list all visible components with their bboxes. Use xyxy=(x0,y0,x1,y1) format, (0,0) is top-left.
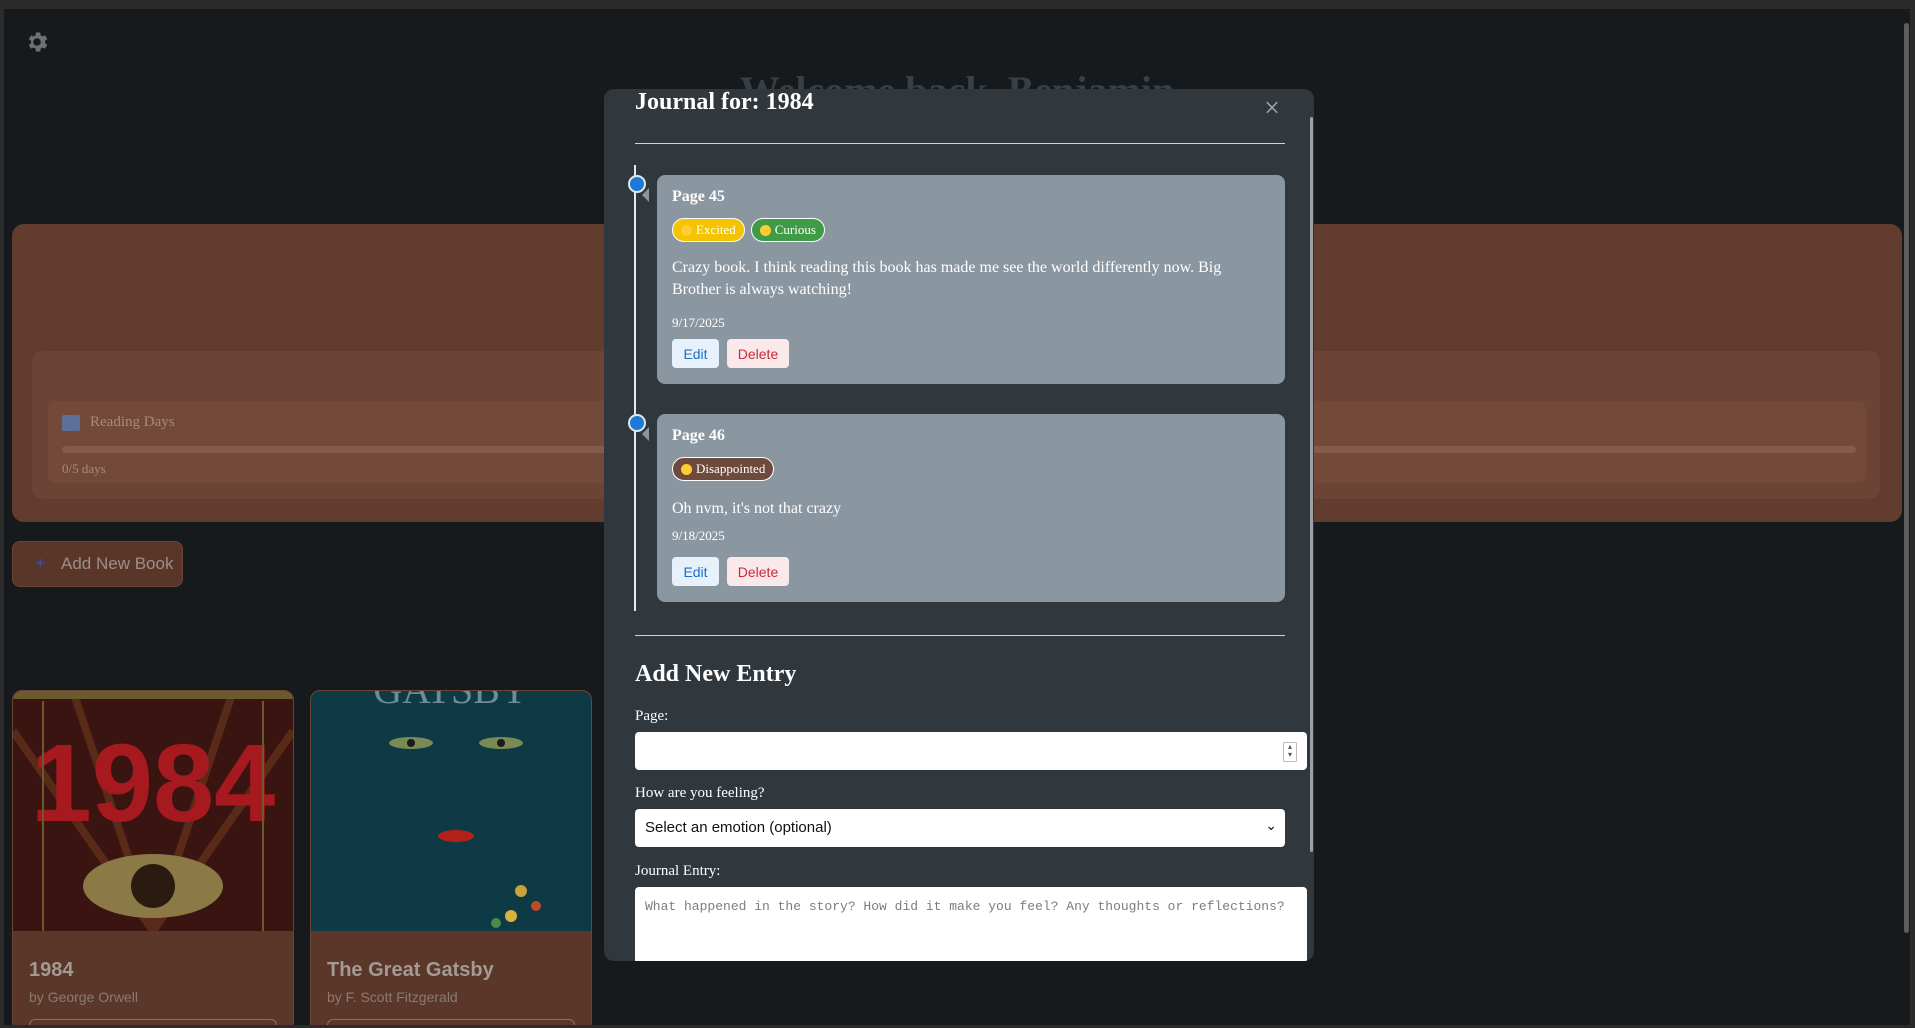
excited-emoji-icon xyxy=(681,224,692,236)
emotion-tags: Disappointed xyxy=(672,457,775,481)
entry-text: Oh nvm, it's not that crazy xyxy=(672,500,842,517)
page-label: Page: xyxy=(635,708,669,724)
timeline-line xyxy=(634,165,636,611)
tag-label: Excited xyxy=(696,222,736,237)
journal-entry-label: Journal Entry: xyxy=(635,863,721,879)
goal-count: 0/5 days xyxy=(62,461,106,476)
journal-entry: Page 45 Excited Curious Crazy book. I th… xyxy=(657,175,1285,384)
delete-button[interactable]: Delete xyxy=(727,339,789,368)
add-entry-title: Add New Entry xyxy=(635,661,797,687)
emotion-tag: Curious xyxy=(750,218,825,242)
emotion-tag: Excited xyxy=(672,218,745,242)
book-action-button[interactable] xyxy=(327,1019,575,1025)
book-card-great-gatsby[interactable]: GATSBY The Great Gatsby by F. Scott Fitz… xyxy=(310,690,592,1025)
divider xyxy=(635,635,1285,636)
book-card-1984[interactable]: 1984 1984 by George Orwell xyxy=(12,690,294,1025)
number-spinner-icon[interactable]: ▴ ▾ xyxy=(1283,742,1297,762)
entry-page: Page 45 xyxy=(672,188,725,205)
journal-entry-textarea[interactable]: What happened in the story? How did it m… xyxy=(635,887,1307,961)
book-title: The Great Gatsby xyxy=(327,959,494,981)
calendar-icon xyxy=(62,415,80,431)
edit-button[interactable]: Edit xyxy=(672,557,719,586)
svg-text:1984: 1984 xyxy=(31,722,276,845)
close-icon[interactable]: × xyxy=(1260,95,1284,123)
entry-text: Crazy book. I think reading this book ha… xyxy=(672,259,1222,298)
book-cover-1984: 1984 xyxy=(13,691,293,934)
timeline-pointer xyxy=(642,427,649,441)
plus-icon: + xyxy=(35,553,46,573)
book-author: by F. Scott Fitzgerald xyxy=(327,989,458,1005)
edit-button[interactable]: Edit xyxy=(672,339,719,368)
book-action-button[interactable] xyxy=(29,1019,277,1025)
svg-text:GATSBY: GATSBY xyxy=(373,691,529,712)
gear-icon[interactable] xyxy=(24,29,52,57)
book-cover-great-gatsby: GATSBY xyxy=(311,691,591,931)
emotion-tag: Disappointed xyxy=(672,457,775,481)
book-title: 1984 xyxy=(29,959,74,981)
curious-emoji-icon xyxy=(759,224,771,236)
app-viewport: Welcome back, Benjamin Reading Days 0/5 … xyxy=(4,9,1910,1025)
entry-page: Page 46 xyxy=(672,427,725,444)
entry-date: 9/17/2025 xyxy=(672,315,725,330)
page-scrollbar[interactable] xyxy=(1904,23,1909,933)
textarea-placeholder: What happened in the story? How did it m… xyxy=(645,899,1285,914)
add-book-button[interactable]: + Add New Book xyxy=(12,541,183,587)
tag-label: Disappointed xyxy=(696,461,766,476)
timeline-pointer xyxy=(642,188,649,202)
divider xyxy=(635,143,1285,144)
page-input[interactable]: ▴ ▾ xyxy=(635,732,1307,770)
modal-scrollbar[interactable] xyxy=(1310,117,1313,852)
book-author: by George Orwell xyxy=(29,989,138,1005)
chevron-down-icon: ⌄ xyxy=(1265,817,1277,833)
emotion-select-value: Select an emotion (optional) xyxy=(645,819,832,836)
emotion-select[interactable]: Select an emotion (optional) ⌄ xyxy=(635,809,1285,847)
journal-entry: Page 46 Disappointed Oh nvm, it's not th… xyxy=(657,414,1285,602)
modal-title: Journal for: 1984 xyxy=(635,89,814,115)
disappointed-emoji-icon xyxy=(681,463,692,475)
tag-label: Curious xyxy=(774,222,816,237)
emotion-tags: Excited Curious xyxy=(672,218,825,242)
add-book-label: Add New Book xyxy=(61,554,174,573)
goal-title: Reading Days xyxy=(90,414,175,430)
delete-button[interactable]: Delete xyxy=(727,557,789,586)
journal-modal: Journal for: 1984 × Page 45 Excited Curi… xyxy=(604,89,1314,961)
entry-date: 9/18/2025 xyxy=(672,528,725,543)
feeling-label: How are you feeling? xyxy=(635,785,765,801)
